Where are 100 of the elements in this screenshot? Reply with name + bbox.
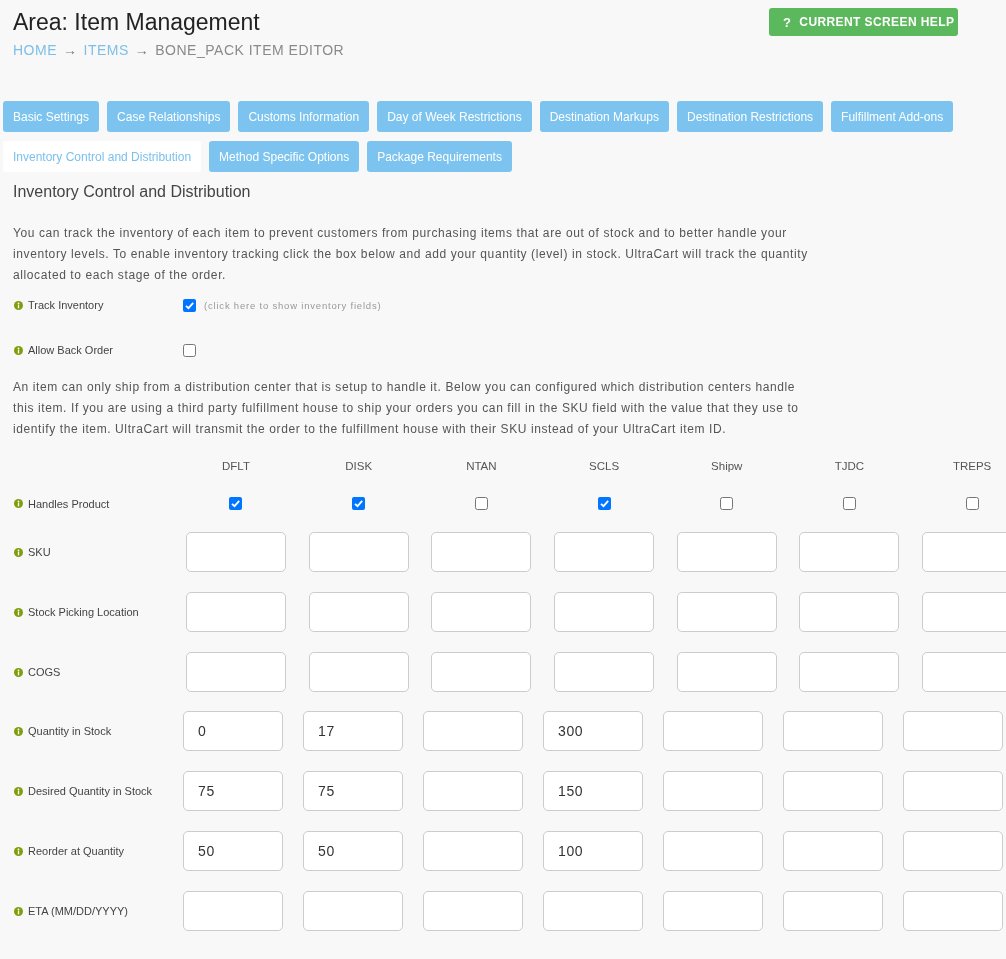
input-field[interactable]: 75 [303, 771, 403, 811]
info-icon [14, 786, 23, 796]
input-field[interactable] [431, 592, 532, 632]
input-field[interactable] [423, 831, 523, 871]
row-label: Handles Product [28, 497, 110, 510]
checkbox[interactable] [352, 497, 366, 510]
input-field[interactable] [663, 831, 763, 871]
input-field[interactable] [554, 652, 655, 692]
tab[interactable]: Method Specific Options [209, 141, 360, 172]
input-field[interactable] [308, 592, 409, 632]
input-field[interactable] [543, 891, 643, 931]
input-field[interactable] [431, 652, 532, 692]
info-icon [14, 667, 23, 677]
column-header: Shipw [711, 459, 743, 474]
row-label: Desired Quantity in Stock [28, 785, 153, 797]
input-field[interactable] [903, 711, 1003, 751]
page-title: Area: Item Management [13, 8, 260, 36]
info-icon [14, 906, 23, 916]
input-field[interactable] [676, 652, 777, 692]
tab[interactable]: Customs Information [238, 101, 370, 132]
input-field[interactable] [186, 532, 286, 572]
input-field[interactable] [922, 532, 1006, 572]
input-field[interactable] [903, 831, 1003, 871]
input-field[interactable] [922, 652, 1006, 692]
input-field[interactable] [799, 652, 900, 692]
breadcrumb-link[interactable]: ITEMS [83, 42, 129, 58]
tab[interactable]: Destination Restrictions [677, 101, 824, 132]
info-icon [14, 607, 23, 617]
field-label: Allow Back Order [28, 344, 113, 356]
column-header: NTAN [466, 459, 497, 474]
input-field[interactable] [799, 592, 900, 632]
column-header: DFLT [222, 459, 250, 474]
input-field[interactable] [308, 652, 409, 692]
input-field[interactable] [423, 891, 523, 931]
input-field[interactable] [554, 592, 655, 632]
input-field[interactable] [676, 532, 777, 572]
row-label: Stock Picking Location [28, 606, 139, 618]
info-icon [14, 345, 23, 355]
input-field[interactable]: 75 [183, 771, 283, 811]
tab[interactable]: Destination Markups [539, 101, 670, 132]
input-field[interactable] [554, 532, 655, 572]
breadcrumb-current: BONE_PACK ITEM EDITOR [155, 42, 345, 58]
input-field[interactable] [783, 891, 883, 931]
input-field[interactable] [186, 652, 286, 692]
input-field[interactable]: 300 [543, 711, 643, 751]
column-header: DISK [345, 459, 373, 474]
checkbox[interactable] [842, 497, 856, 510]
info-icon [14, 726, 23, 736]
column-header: TREPS [952, 459, 992, 474]
input-field[interactable] [903, 771, 1003, 811]
info-icon [14, 846, 23, 856]
breadcrumb-separator: → [134, 42, 150, 58]
help-button[interactable]: ? CURRENT SCREEN HELP [769, 8, 958, 36]
tab[interactable]: Fulfillment Add-ons [831, 101, 954, 132]
field-label: Track Inventory [28, 299, 104, 311]
input-field[interactable] [423, 711, 523, 751]
input-field[interactable] [423, 771, 523, 811]
input-field[interactable]: 0 [183, 711, 283, 751]
info-icon [14, 499, 23, 508]
input-field[interactable] [303, 891, 403, 931]
checkbox[interactable] [965, 497, 979, 510]
input-field[interactable] [783, 771, 883, 811]
input-field[interactable] [308, 532, 409, 572]
input-field[interactable]: 100 [543, 831, 643, 871]
tab[interactable]: Basic Settings [3, 101, 100, 132]
breadcrumb-link[interactable]: HOME [13, 42, 57, 58]
input-field[interactable] [183, 891, 283, 931]
checkbox[interactable] [474, 497, 488, 510]
tab[interactable]: Inventory Control and Distribution [3, 141, 202, 172]
input-field[interactable] [922, 592, 1006, 632]
input-field[interactable]: 50 [183, 831, 283, 871]
input-field[interactable] [903, 891, 1003, 931]
description-text: You can track the inventory of each item to prevent customers from purchasing items that are out of stock and to better handle your inventory levels. To enable inventory tracking click the box below and add your quantity (level) in stock. UltraCart will track the quantity allocated to each stage of the order. [13, 225, 809, 284]
checkbox[interactable] [720, 497, 734, 510]
description-text: An item can only ship from a distribution center that is setup to handle it. Below you can configured which distribution centers handle this item. If you are using a third party fulfillment house to ship your orders you can fill in the SKU field with the value that they use to identify the item. UltraCart will transmit the order to the fulfillment house with their SKU instead of your UltraCart item ID. [13, 379, 800, 438]
input-field[interactable] [431, 532, 532, 572]
tab[interactable]: Case Relationships [107, 101, 231, 132]
checkbox[interactable] [229, 497, 243, 510]
input-field[interactable] [676, 592, 777, 632]
tab[interactable]: Day of Week Restrictions [377, 101, 532, 132]
hint-link[interactable]: (click here to show inventory fields) [204, 299, 382, 311]
row-label: SKU [28, 546, 51, 558]
input-field[interactable] [663, 891, 763, 931]
input-field[interactable] [663, 771, 763, 811]
breadcrumb-separator: → [63, 42, 78, 58]
tab[interactable]: Package Requirements [367, 141, 512, 172]
checkbox[interactable] [183, 343, 196, 357]
input-field[interactable] [663, 711, 763, 751]
row-label: Quantity in Stock [28, 725, 112, 737]
input-field[interactable]: 17 [303, 711, 403, 751]
help-icon: ? [783, 14, 792, 30]
input-field[interactable]: 150 [543, 771, 643, 811]
checkbox[interactable] [183, 298, 196, 312]
input-field[interactable] [186, 592, 286, 632]
input-field[interactable] [783, 711, 883, 751]
input-field[interactable] [799, 532, 900, 572]
row-label: Reorder at Quantity [28, 845, 124, 857]
input-field[interactable] [783, 831, 883, 871]
checkbox[interactable] [597, 497, 611, 510]
input-field[interactable]: 50 [303, 831, 403, 871]
